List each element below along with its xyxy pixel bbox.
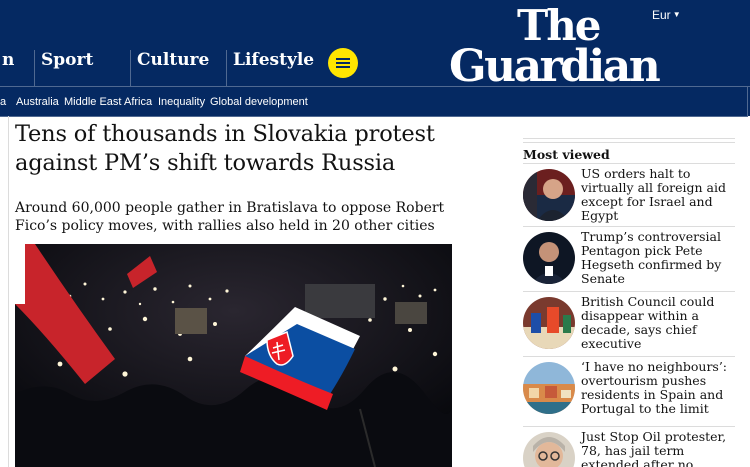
sub-navigation: a Australia Middle East Africa Inequalit… — [0, 86, 750, 117]
nav-pillar-culture[interactable]: Culture — [130, 50, 209, 86]
article-headline: Tens of thousands in Slovakia protest ag… — [15, 121, 435, 176]
most-viewed-thumbnail — [523, 297, 575, 349]
most-viewed-title: Most viewed — [523, 147, 610, 162]
divider — [523, 291, 735, 292]
hamburger-icon-line — [336, 66, 350, 68]
subnav-item-middle-east[interactable]: Middle East — [64, 96, 121, 108]
svg-text:Guardian: Guardian — [449, 41, 660, 86]
subnav-item-inequality[interactable]: Inequality — [158, 96, 205, 108]
subnav-item[interactable]: a — [0, 96, 6, 108]
divider — [523, 426, 735, 427]
subnav-item-africa[interactable]: Africa — [124, 96, 152, 108]
nav-pillar-news[interactable]: n — [0, 50, 14, 86]
most-viewed-headline: ‘I have no neighbours’: overtourism push… — [581, 359, 728, 416]
most-viewed-thumbnail — [523, 232, 575, 284]
nav-pillar-lifestyle[interactable]: Lifestyle — [226, 50, 314, 86]
most-viewed-thumbnail — [523, 362, 575, 414]
hamburger-icon — [336, 58, 350, 60]
guardian-logo[interactable]: The Guardian — [447, 1, 683, 92]
most-viewed-headline: US orders halt to virtually all foreign … — [581, 166, 727, 223]
divider — [523, 356, 735, 357]
hamburger-icon-line — [336, 62, 350, 64]
most-viewed-rule — [523, 138, 735, 139]
column-divider — [8, 116, 9, 467]
most-viewed-thumbnail — [523, 432, 575, 467]
subnav-item-global-development[interactable]: Global development — [210, 96, 308, 108]
most-viewed-thumbnail — [523, 169, 575, 221]
most-viewed-headline: British Council could disappear within a… — [581, 294, 715, 351]
most-viewed-headline: Trump’s controversial Pentagon pick Pete… — [581, 229, 722, 286]
masthead: Eur ▼ The Guardian n Sport Culture Lifest… — [0, 0, 750, 92]
most-viewed-headline: Just Stop Oil protester, 78, has jail te… — [581, 429, 727, 467]
most-viewed-rule — [523, 142, 735, 143]
subnav-item-australia[interactable]: Australia — [16, 96, 59, 108]
nav-pillar-sport[interactable]: Sport — [34, 50, 93, 86]
menu-button[interactable] — [328, 48, 358, 78]
sub-navigation-frame: a Australia Middle East Africa Inequalit… — [0, 87, 748, 117]
divider — [523, 163, 735, 164]
article-standfirst: Around 60,000 people gather in Bratislav… — [15, 200, 445, 234]
article-main-image — [15, 244, 452, 467]
divider — [523, 226, 735, 227]
